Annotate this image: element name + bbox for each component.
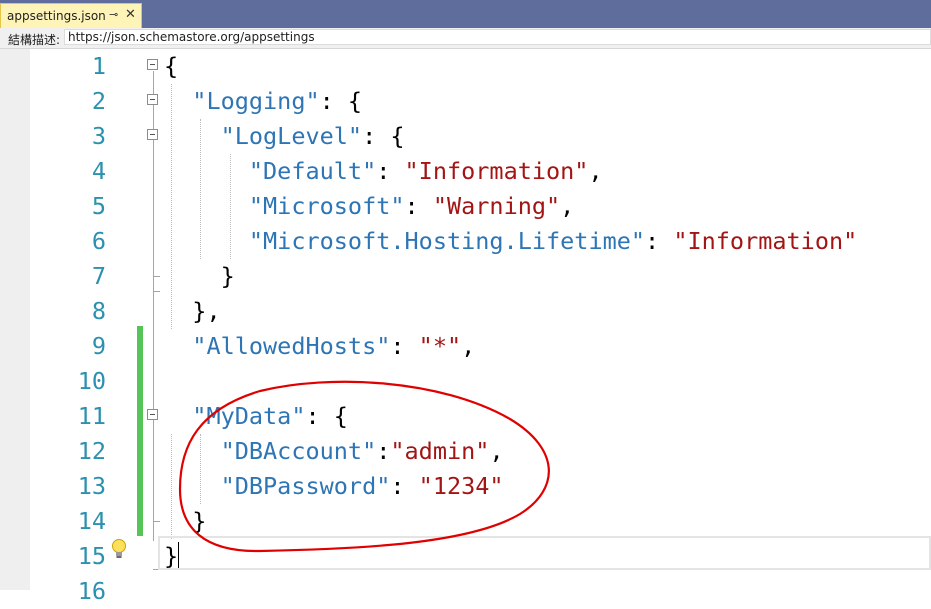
tab-appsettings-json[interactable]: appsettings.json ⊸ ✕ — [0, 3, 142, 28]
pin-icon[interactable]: ⊸ — [109, 8, 118, 21]
code-editor[interactable]: 1{2 "Logging": {3 "LogLevel": {4 "Defaul… — [0, 49, 931, 605]
schema-label: 結構描述: — [8, 33, 61, 47]
tab-title: appsettings.json — [7, 9, 106, 23]
red-annotation-circle — [178, 380, 550, 553]
schema-url-input[interactable]: https://json.schemastore.org/appsettings — [64, 29, 931, 45]
document-tab-strip: appsettings.json ⊸ ✕ — [0, 0, 931, 28]
schema-bar: 結構描述: https://json.schemastore.org/appse… — [0, 28, 931, 49]
close-tab-icon[interactable]: ✕ — [125, 7, 136, 22]
